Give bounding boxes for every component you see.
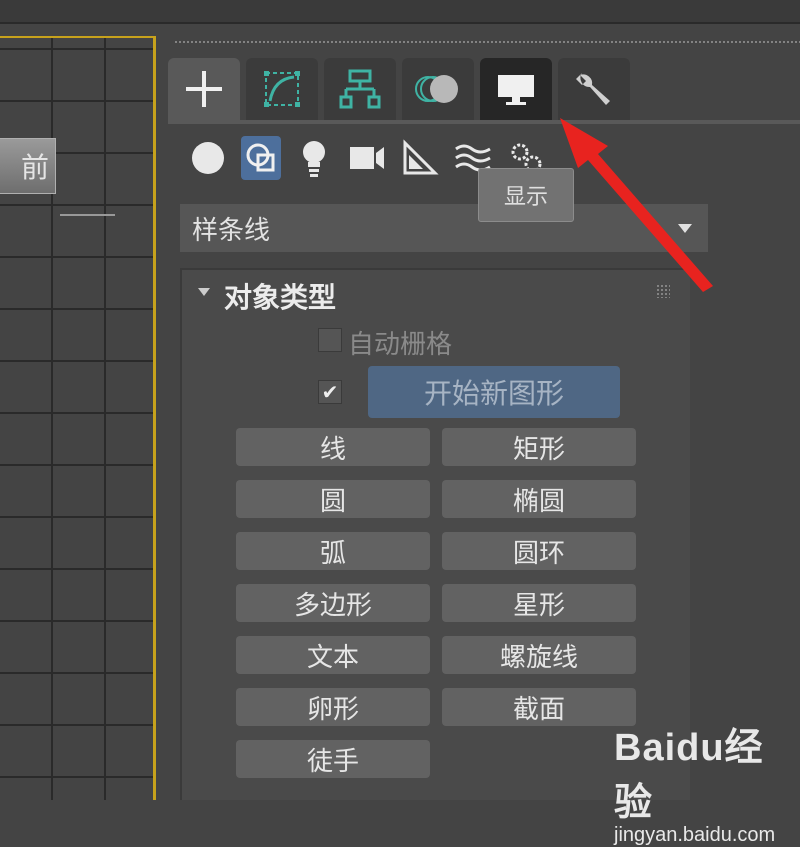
panel-grip[interactable] (174, 40, 800, 44)
front-viewport[interactable]: 前 (0, 36, 156, 800)
helper-triangle-icon (403, 139, 439, 175)
line-button[interactable]: 线 (236, 428, 430, 466)
category-dropdown-value: 样条线 (192, 215, 271, 246)
light-bulb-icon (303, 141, 325, 177)
motion-circles-icon (415, 75, 458, 103)
rollout-grip-icon[interactable] (656, 284, 670, 298)
title-bar (0, 0, 800, 24)
start-new-shape-button[interactable]: 开始新图形 (368, 366, 620, 418)
chevron-down-icon (678, 224, 692, 233)
shapes-icon (246, 143, 275, 172)
curve-modify-icon (264, 71, 300, 107)
watermark-main: Baidu经验 (614, 727, 764, 824)
viewport-axis-line (60, 214, 115, 216)
donut-button[interactable]: 圆环 (442, 532, 636, 570)
baidu-watermark: Baidu经验 jingyan.baidu.com (614, 716, 800, 847)
tab-utilities[interactable] (558, 58, 630, 120)
category-dropdown[interactable]: 样条线 (180, 204, 708, 252)
plus-icon (186, 71, 222, 107)
tab-create[interactable] (168, 58, 240, 120)
sphere-icon (192, 142, 224, 174)
helix-button[interactable]: 螺旋线 (442, 636, 636, 674)
rectangle-button[interactable]: 矩形 (442, 428, 636, 466)
tab-hierarchy[interactable] (324, 58, 396, 120)
tab-motion[interactable] (402, 58, 474, 120)
display-tooltip: 显示 (478, 168, 574, 222)
star-button[interactable]: 星形 (442, 584, 636, 622)
tab-modify[interactable] (246, 58, 318, 120)
hierarchy-icon (339, 69, 381, 109)
rollout-title[interactable]: 对象类型 (224, 276, 336, 316)
tab-display[interactable] (480, 58, 552, 120)
cameras-button[interactable] (347, 136, 387, 180)
ellipse-button[interactable]: 椭圆 (442, 480, 636, 518)
lights-button[interactable] (294, 136, 334, 180)
shapes-button[interactable] (241, 136, 281, 180)
shape-buttons-grid: 线 矩形 圆 椭圆 弧 圆环 多边形 星形 文本 螺旋线 卵形 截面 徒手 (236, 428, 636, 778)
checkmark-icon: ✔ (321, 380, 339, 404)
geometry-button[interactable] (188, 136, 228, 180)
command-tabs (168, 58, 630, 120)
ngon-button[interactable]: 多边形 (236, 584, 430, 622)
text-button[interactable]: 文本 (236, 636, 430, 674)
arc-button[interactable]: 弧 (236, 532, 430, 570)
viewport-label[interactable]: 前 (0, 138, 56, 194)
circle-button[interactable]: 圆 (236, 480, 430, 518)
camera-icon (350, 147, 384, 169)
tab-divider (168, 120, 800, 124)
collapse-triangle-icon[interactable] (198, 288, 210, 296)
section-button[interactable]: 截面 (442, 688, 636, 726)
command-panel: 样条线 对象类型 自动栅格 ✔ 开始新图形 线 矩形 圆 椭圆 弧 圆环 多边形… (158, 36, 800, 800)
watermark-sub: jingyan.baidu.com (614, 824, 776, 846)
auto-grid-checkbox[interactable] (318, 328, 342, 352)
monitor-icon (498, 75, 534, 105)
helpers-button[interactable] (400, 136, 440, 180)
freehand-button[interactable]: 徒手 (236, 740, 430, 778)
start-new-shape-checkbox[interactable]: ✔ (318, 380, 342, 404)
auto-grid-label: 自动栅格 (348, 330, 453, 360)
egg-button[interactable]: 卵形 (236, 688, 430, 726)
wrench-icon (576, 73, 610, 105)
